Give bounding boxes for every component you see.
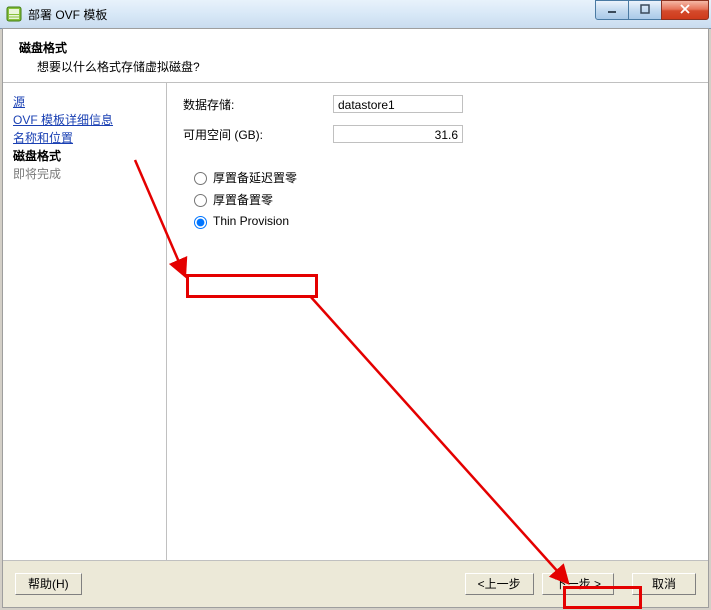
radio-thin-provision[interactable]: Thin Provision — [189, 211, 692, 231]
label-freespace: 可用空间 (GB): — [183, 126, 333, 143]
back-button[interactable]: <上一步 — [465, 573, 534, 595]
wizard-nav: 源 OVF 模板详细信息 名称和位置 磁盘格式 即将完成 — [3, 83, 167, 561]
radio-thin-provision-input[interactable] — [194, 216, 207, 229]
page-title: 磁盘格式 — [19, 39, 692, 56]
radio-thick-eager-input[interactable] — [194, 194, 207, 207]
radio-thick-lazy[interactable]: 厚置备延迟置零 — [189, 167, 692, 187]
help-button[interactable]: 帮助(H) — [15, 573, 82, 595]
row-datastore: 数据存储: datastore1 — [183, 95, 692, 113]
radio-thick-eager[interactable]: 厚置备置零 — [189, 189, 692, 209]
wizard-footer: 帮助(H) <上一步 下一步 > 取消 — [3, 560, 708, 607]
disk-format-radio-group: 厚置备延迟置零 厚置备置零 Thin Provision — [189, 167, 692, 231]
nav-disk-format: 磁盘格式 — [13, 149, 61, 163]
minimize-icon — [607, 4, 617, 17]
close-button[interactable] — [661, 0, 709, 20]
close-icon — [680, 4, 690, 17]
dialog-window: 磁盘格式 想要以什么格式存储虚拟磁盘? 源 OVF 模板详细信息 名称和位置 磁… — [2, 28, 709, 608]
page-subtitle: 想要以什么格式存储虚拟磁盘? — [37, 58, 692, 75]
next-button[interactable]: 下一步 > — [542, 573, 614, 595]
nav-ovf-details[interactable]: OVF 模板详细信息 — [13, 113, 113, 127]
minimize-button[interactable] — [595, 0, 629, 20]
label-datastore: 数据存储: — [183, 96, 333, 113]
window-title: 部署 OVF 模板 — [28, 6, 107, 23]
nav-source[interactable]: 源 — [13, 95, 25, 109]
app-icon — [6, 6, 22, 22]
radio-thin-provision-label: Thin Provision — [213, 214, 289, 228]
cancel-button[interactable]: 取消 — [632, 573, 696, 595]
field-freespace: 31.6 — [333, 125, 463, 143]
wizard-content: 数据存储: datastore1 可用空间 (GB): 31.6 厚置备延迟置零… — [167, 83, 708, 561]
title-bar: 部署 OVF 模板 — [0, 0, 711, 29]
maximize-button[interactable] — [628, 0, 662, 20]
nav-ready: 即将完成 — [13, 167, 61, 181]
window-buttons — [596, 0, 709, 20]
field-datastore: datastore1 — [333, 95, 463, 113]
radio-thick-lazy-input[interactable] — [194, 172, 207, 185]
nav-name-location[interactable]: 名称和位置 — [13, 131, 73, 145]
radio-thick-eager-label: 厚置备置零 — [213, 191, 273, 208]
radio-thick-lazy-label: 厚置备延迟置零 — [213, 169, 297, 186]
maximize-icon — [640, 4, 650, 17]
wizard-body: 源 OVF 模板详细信息 名称和位置 磁盘格式 即将完成 数据存储: datas… — [3, 83, 708, 561]
row-freespace: 可用空间 (GB): 31.6 — [183, 125, 692, 143]
wizard-header: 磁盘格式 想要以什么格式存储虚拟磁盘? — [3, 29, 708, 83]
